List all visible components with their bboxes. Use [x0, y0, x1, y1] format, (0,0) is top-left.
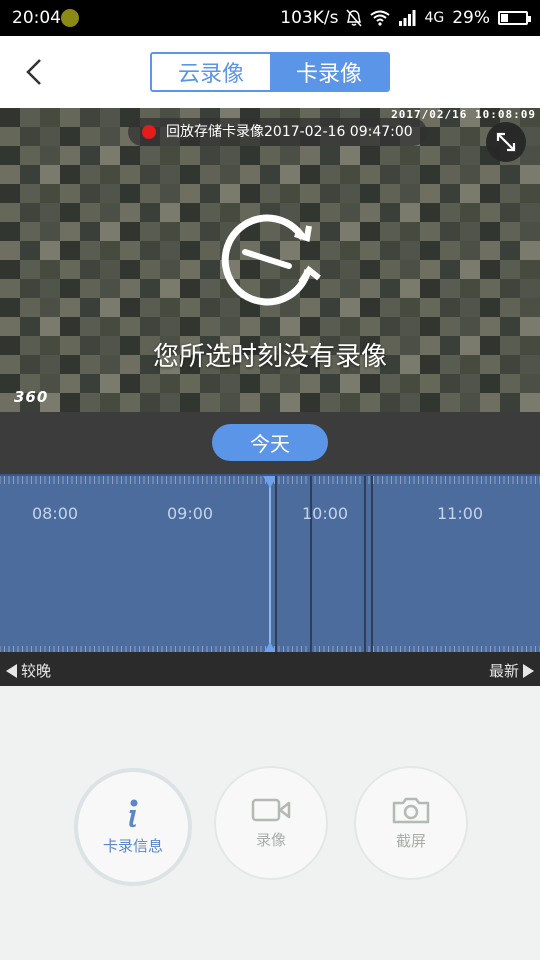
playback-label: 回放存储卡录像2017-02-16 09:47:00: [166, 124, 413, 140]
today-button[interactable]: 今天: [212, 424, 328, 461]
replay-clock-icon[interactable]: [215, 208, 325, 318]
video-player[interactable]: 2017/02/16 10:08:09 回放存储卡录像2017-02-16 09…: [0, 108, 540, 412]
wifi-icon: [370, 10, 391, 26]
signal-icon: [399, 10, 416, 26]
expand-arrows-icon[interactable]: [486, 122, 526, 162]
timeline-hour-label: 10:00: [302, 504, 349, 523]
card-record-info-label: 卡录信息: [102, 836, 163, 855]
network-type: 4G: [424, 10, 445, 26]
record-dot-icon: [142, 125, 156, 139]
clock: 20:04: [12, 8, 61, 28]
recording-source-tabs: 云录像 卡录像: [150, 52, 390, 92]
timeline-scrubber[interactable]: 08:00 09:00 10:00 11:00: [0, 474, 540, 652]
header: 云录像 卡录像: [0, 36, 540, 108]
mute-icon: [346, 9, 363, 27]
video-camera-icon: [251, 798, 291, 821]
triangle-left-icon: [6, 663, 17, 678]
tab-cloud-recording[interactable]: 云录像: [152, 54, 270, 90]
chevron-left-icon[interactable]: [20, 54, 50, 90]
battery-percent: 29%: [452, 8, 490, 28]
timeline-hour-label: 09:00: [167, 504, 214, 523]
timeline-hour-label: 11:00: [437, 504, 484, 523]
today-bar: 今天: [0, 412, 540, 474]
info-icon: [129, 799, 138, 827]
timeline-hour-label: 08:00: [32, 504, 79, 523]
network-speed: 103K/s: [280, 8, 339, 28]
playback-status: 回放存储卡录像2017-02-16 09:47:00: [128, 118, 427, 146]
triangle-right-icon: [523, 663, 534, 678]
record-video-button[interactable]: 录像: [216, 768, 326, 878]
timeline-nav: 较晚 最新: [0, 652, 540, 686]
earlier-button[interactable]: 较晚: [6, 660, 51, 681]
camera-icon: [392, 797, 430, 823]
card-record-info-button[interactable]: 卡录信息: [74, 768, 192, 886]
earlier-label: 较晚: [21, 662, 52, 680]
screenshot-label: 截屏: [395, 831, 426, 850]
timeline-ticks: [0, 476, 540, 652]
status-bar: 20:04 103K/s 4G 29%: [0, 0, 540, 36]
no-recording-message: 您所选时刻没有录像: [152, 342, 387, 372]
battery-icon: [498, 11, 531, 25]
tab-card-recording[interactable]: 卡录像: [270, 54, 388, 90]
app-notification-icon: [61, 9, 79, 27]
record-video-label: 录像: [255, 830, 286, 849]
watermark-logo: 360: [14, 388, 49, 406]
latest-button[interactable]: 最新: [489, 660, 534, 681]
latest-label: 最新: [488, 662, 519, 680]
screenshot-button[interactable]: 截屏: [356, 768, 466, 878]
